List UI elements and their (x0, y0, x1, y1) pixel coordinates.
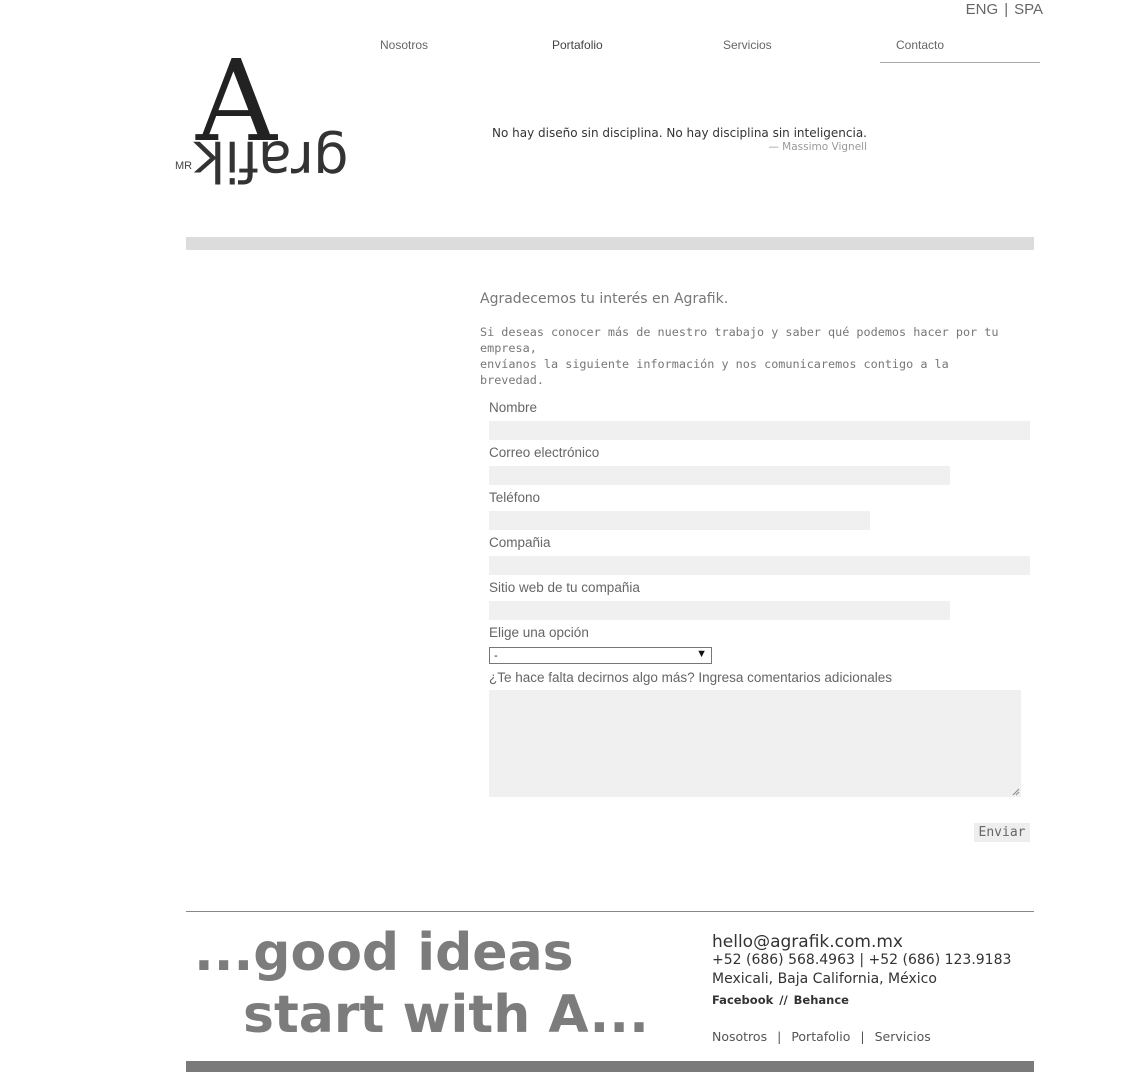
comments-textarea[interactable] (489, 690, 1021, 797)
slogan-line: ...good ideas (194, 923, 574, 983)
footer-nav-separator: | (777, 1029, 782, 1044)
intro-text-line: envíanos la siguiente información y nos … (480, 357, 949, 387)
footer-city: Mexicali, Baja California, México (712, 971, 937, 987)
company-label: Compañia (489, 535, 551, 550)
footer-nav-separator: | (860, 1029, 865, 1044)
logo-word-inverted: grafik (194, 128, 349, 193)
email-field[interactable] (489, 466, 950, 485)
language-switch: ENG | SPA (966, 1, 1043, 18)
chevron-down-icon: ▼ (696, 648, 707, 660)
name-label: Nombre (489, 400, 538, 415)
logo-prefix: MR (175, 160, 193, 172)
behance-link[interactable]: Behance (794, 993, 849, 1007)
website-label: Sitio web de tu compañia (489, 580, 640, 595)
facebook-link[interactable]: Facebook (712, 993, 773, 1007)
lang-spa-link[interactable]: SPA (1014, 1, 1043, 18)
footer-nav: Nosotros | Portafolio | Servicios (712, 1029, 931, 1044)
nav-servicios[interactable]: Servicios (723, 38, 772, 52)
phone-label: Teléfono (489, 490, 541, 505)
email-label: Correo electrónico (489, 445, 600, 460)
resize-handle-icon[interactable] (1012, 788, 1020, 796)
quote: No hay diseño sin disciplina. No hay dis… (480, 126, 867, 153)
footer-divider (186, 911, 1034, 912)
footer-social-links: Facebook // Behance (712, 993, 849, 1007)
nav-portafolio[interactable]: Portafolio (552, 38, 603, 52)
lang-separator: | (1004, 1, 1009, 18)
name-field[interactable] (489, 421, 1030, 440)
intro-text-line: Si deseas conocer más de nuestro trabajo… (480, 325, 999, 355)
nav-contacto-label: Contacto (896, 38, 945, 52)
option-select-value: - (494, 650, 498, 662)
comments-label: ¿Te hace falta decirnos algo más? Ingres… (489, 670, 892, 685)
phone-field[interactable] (489, 511, 870, 530)
footer-phone: +52 (686) 568.4963 | +52 (686) 123.9183 (712, 952, 1012, 968)
intro-text: Si deseas conocer más de nuestro trabajo… (480, 324, 1000, 388)
footer-email[interactable]: hello@agrafik.com.mx (712, 932, 903, 952)
intro-title: Agradecemos tu interés en Agrafik. (480, 291, 729, 307)
footer-nav-portafolio[interactable]: Portafolio (791, 1029, 850, 1044)
quote-text: No hay diseño sin disciplina. No hay dis… (492, 126, 867, 140)
lang-eng-link[interactable]: ENG (966, 1, 999, 18)
slogan-line: start with A... (243, 985, 649, 1045)
submit-button[interactable]: Enviar (974, 823, 1030, 842)
nav-contacto[interactable]: Contacto (880, 38, 1040, 63)
option-select[interactable]: - ▼ (489, 647, 712, 664)
social-separator: // (779, 993, 788, 1007)
website-field[interactable] (489, 601, 950, 620)
nav-nosotros[interactable]: Nosotros (380, 38, 428, 52)
divider-bar (186, 237, 1034, 250)
footer-bar (186, 1061, 1034, 1072)
footer-nav-servicios[interactable]: Servicios (875, 1029, 931, 1044)
footer-nav-nosotros[interactable]: Nosotros (712, 1029, 767, 1044)
company-field[interactable] (489, 556, 1030, 575)
quote-author: — Massimo Vignell (768, 141, 867, 153)
option-label: Elige una opción (489, 625, 589, 640)
